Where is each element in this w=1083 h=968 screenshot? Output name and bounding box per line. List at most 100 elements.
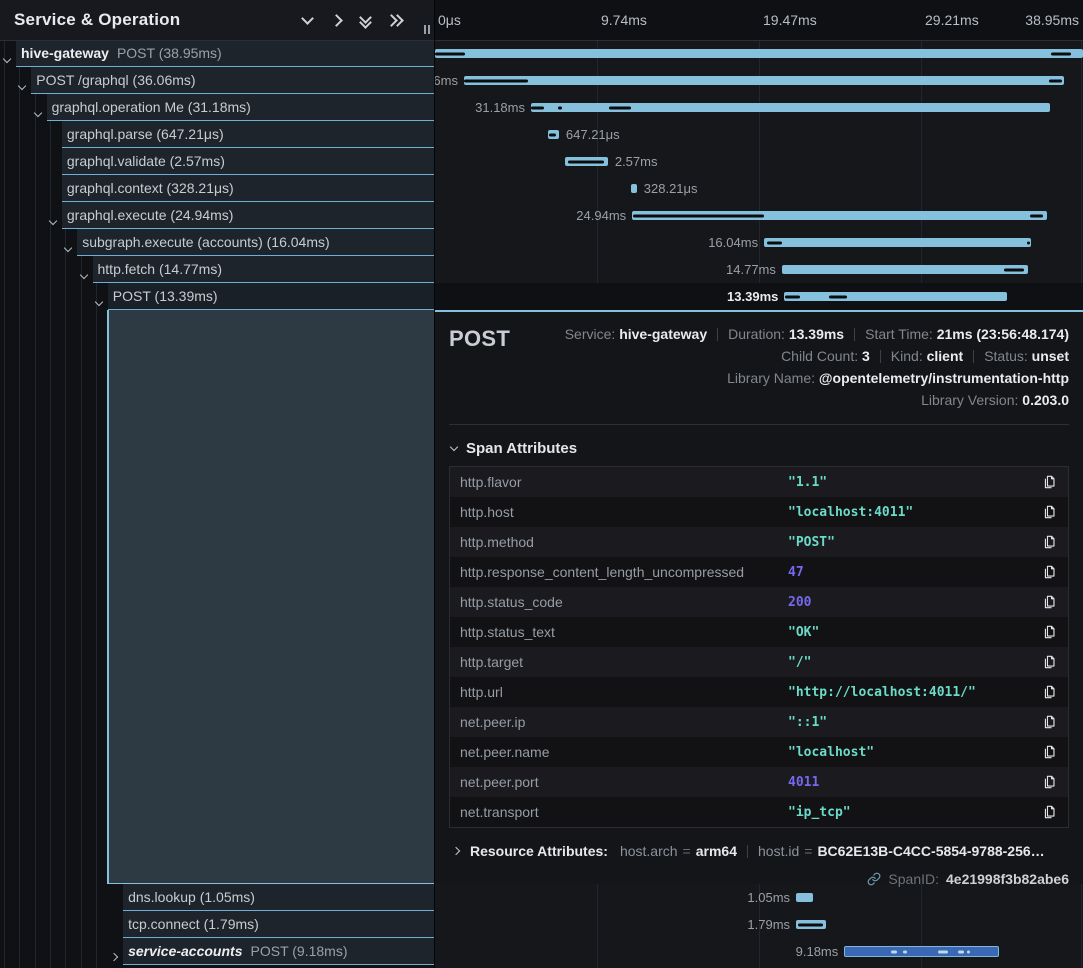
span-duration-bar[interactable]	[796, 920, 826, 929]
span-tree-row[interactable]: hive-gatewayPOST (38.95ms)	[0, 40, 434, 67]
copy-icon	[1043, 685, 1056, 699]
span-bar-row[interactable]: 36.06ms	[435, 67, 1083, 94]
copy-value-button[interactable]	[1041, 623, 1058, 641]
attribute-row: http.host"localhost:4011"	[450, 497, 1068, 527]
attribute-value: "::1"	[788, 715, 1041, 730]
span-duration-bar[interactable]	[548, 130, 559, 139]
span-duration-bar[interactable]	[464, 76, 1064, 85]
copy-value-button[interactable]	[1041, 563, 1058, 581]
span-duration-label: 13.39ms	[727, 283, 778, 310]
expand-one-icon[interactable]	[326, 10, 346, 30]
span-detail-panel: POST Service: hive-gatewayDuration: 13.3…	[435, 310, 1083, 884]
span-tree-row[interactable]: dns.lookup (1.05ms)	[0, 884, 434, 911]
span-tree-row[interactable]: service-accountsPOST (9.18ms)	[0, 938, 434, 965]
span-bar-row[interactable]: 24.94ms	[435, 202, 1083, 229]
attribute-row: net.peer.port4011	[450, 767, 1068, 797]
chevron-down-icon[interactable]	[81, 265, 87, 283]
span-tree-row[interactable]: graphql.parse (647.21μs)	[0, 121, 434, 148]
span-tree-row[interactable]: graphql.execute (24.94ms)	[0, 202, 434, 229]
attribute-row: http.status_code200	[450, 587, 1068, 617]
span-tree-row[interactable]: http.fetch (14.77ms)	[0, 256, 434, 283]
attribute-value: "localhost:4011"	[788, 505, 1041, 520]
copy-value-button[interactable]	[1041, 713, 1058, 731]
span-title: POST	[449, 323, 510, 352]
chevron-down-icon[interactable]	[4, 49, 10, 67]
resource-attributes-row[interactable]: Resource Attributes: host.arch=arm64host…	[453, 843, 1069, 859]
expand-all-icon[interactable]	[384, 10, 404, 30]
chevron-down-icon[interactable]	[50, 211, 56, 229]
span-tree-row[interactable]: tcp.connect (1.79ms)	[0, 911, 434, 938]
span-duration-bar[interactable]	[565, 157, 608, 166]
span-id-label: SpanID:	[888, 871, 939, 887]
child-span-mark	[938, 950, 948, 953]
attribute-row: http.flavor"1.1"	[450, 467, 1068, 497]
operation-name: POST /graphql (36.06ms)	[36, 72, 195, 88]
span-tree-row[interactable]: graphql.operation Me (31.18ms)	[0, 94, 434, 121]
span-tree-row[interactable]: subgraph.execute (accounts) (16.04ms)	[0, 229, 434, 256]
span-tree-row[interactable]: POST (13.39ms)	[0, 283, 434, 310]
operation-name: http.fetch (14.77ms)	[98, 261, 223, 277]
link-icon[interactable]	[867, 872, 881, 886]
span-detail-header: POST Service: hive-gatewayDuration: 13.3…	[449, 323, 1069, 411]
span-bar-row[interactable]: 31.18ms	[435, 94, 1083, 121]
chevron-right-icon	[453, 847, 460, 855]
ruler-tick-label: 0μs	[438, 0, 461, 40]
attribute-value: "ip_tcp"	[788, 805, 1041, 820]
span-duration-bar[interactable]	[764, 238, 1031, 247]
copy-value-button[interactable]	[1041, 683, 1058, 701]
span-attributes-header[interactable]: Span Attributes	[451, 440, 1069, 457]
span-tree-row[interactable]: POST /graphql (36.06ms)	[0, 67, 434, 94]
attribute-row: http.status_text"OK"	[450, 617, 1068, 647]
child-span-mark	[609, 106, 631, 109]
copy-value-button[interactable]	[1041, 803, 1058, 821]
attribute-row: http.target"/"	[450, 647, 1068, 677]
copy-value-button[interactable]	[1041, 593, 1058, 611]
tree-header: Service & Operation	[0, 0, 434, 41]
span-bar-row[interactable]: 647.21μs	[435, 121, 1083, 148]
span-tree-row[interactable]: graphql.validate (2.57ms)	[0, 148, 434, 175]
chevron-down-icon[interactable]	[65, 238, 71, 256]
span-bar-row[interactable]: 2.57ms	[435, 148, 1083, 175]
span-tree-row-content: graphql.context (328.21μs)	[62, 175, 434, 202]
copy-value-button[interactable]	[1041, 773, 1058, 791]
span-duration-bar[interactable]	[531, 103, 1050, 112]
copy-value-button[interactable]	[1041, 533, 1058, 551]
copy-value-button[interactable]	[1041, 503, 1058, 521]
chevron-down-icon[interactable]	[19, 76, 25, 94]
copy-value-button[interactable]	[1041, 473, 1058, 491]
chevron-right-icon[interactable]	[111, 947, 117, 965]
span-bar-row[interactable]: 16.04ms	[435, 229, 1083, 256]
operation-name: graphql.context (328.21μs)	[67, 180, 234, 196]
copy-icon	[1043, 805, 1056, 819]
span-bar-row[interactable]: 14.77ms	[435, 256, 1083, 283]
span-duration-bar[interactable]	[784, 292, 1007, 301]
operation-name: POST (38.95ms)	[117, 45, 222, 61]
attribute-value: 47	[788, 565, 1041, 580]
span-duration-bar[interactable]	[782, 265, 1028, 274]
child-span-mark	[435, 52, 465, 55]
span-bar-row[interactable]: 1.05ms	[435, 884, 1083, 911]
span-bar-row[interactable]: 9.18ms	[435, 938, 1083, 965]
chevron-down-icon[interactable]	[35, 103, 41, 121]
span-tree-row-content: POST (13.39ms)	[108, 283, 434, 310]
span-duration-label: 24.94ms	[576, 202, 626, 229]
copy-value-button[interactable]	[1041, 743, 1058, 761]
operation-name: subgraph.execute (accounts) (16.04ms)	[82, 234, 329, 250]
collapse-one-icon[interactable]	[297, 10, 317, 30]
span-bar-row[interactable]: 328.21μs	[435, 175, 1083, 202]
span-tree-row[interactable]: graphql.context (328.21μs)	[0, 175, 434, 202]
span-bar-row[interactable]	[435, 40, 1083, 67]
collapse-all-icon[interactable]	[355, 10, 375, 30]
span-duration-label: 1.05ms	[747, 884, 790, 911]
copy-value-button[interactable]	[1041, 653, 1058, 671]
attribute-key: http.status_text	[460, 624, 788, 640]
panel-resize-handle[interactable]	[424, 25, 430, 34]
span-duration-bar[interactable]	[632, 211, 1047, 220]
span-duration-bar[interactable]	[631, 184, 636, 193]
span-duration-bar[interactable]	[844, 946, 999, 957]
chevron-down-icon[interactable]	[96, 292, 102, 310]
span-bar-row[interactable]: 13.39ms	[435, 283, 1083, 310]
span-duration-bar[interactable]	[796, 893, 813, 902]
span-bar-row[interactable]: 1.79ms	[435, 911, 1083, 938]
span-duration-bar[interactable]	[435, 49, 1083, 58]
